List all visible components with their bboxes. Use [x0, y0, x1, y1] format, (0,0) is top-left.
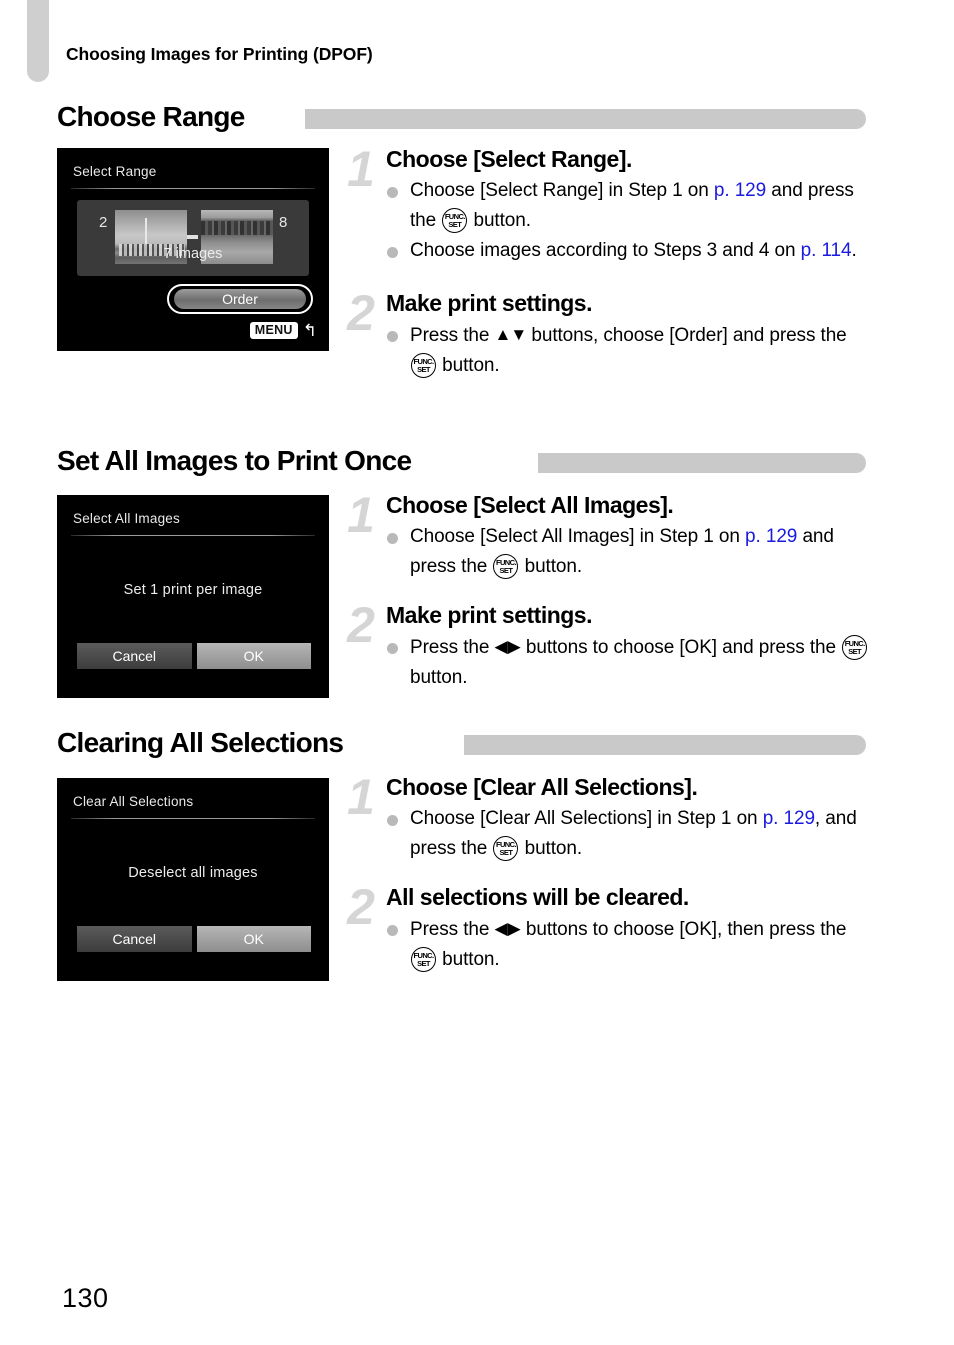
- step-number: 2: [347, 879, 375, 935]
- page-reference-link[interactable]: p. 129: [745, 526, 797, 547]
- camera-screen-select-all-images: Select All Images Set 1 print per image …: [57, 495, 329, 698]
- step-item: 1 Choose [Select Range]. Choose [Select …: [338, 144, 878, 266]
- step-title: Choose [Clear All Selections].: [386, 774, 698, 800]
- step-bullets: Press the ▲▼ buttons, choose [Order] and…: [386, 320, 878, 381]
- step-bullets: Choose [Select All Images] in Step 1 on …: [386, 522, 878, 582]
- menu-chip-icon: MENU: [249, 322, 298, 339]
- section-heading-row: Clearing All Selections: [0, 726, 954, 768]
- section-heading-row: Set All Images to Print Once: [0, 444, 954, 486]
- step-item: 2 All selections will be cleared. Press …: [338, 882, 878, 975]
- order-button[interactable]: Order: [167, 284, 313, 314]
- bullet-item: Choose images according to Steps 3 and 4…: [386, 236, 878, 266]
- bullet-item: Choose [Select All Images] in Step 1 on …: [386, 522, 878, 582]
- screen-title: Select Range: [73, 164, 157, 179]
- range-dash-icon: [187, 235, 198, 239]
- heading-rule-bar: [538, 453, 866, 473]
- section-title: Set All Images to Print Once: [57, 445, 412, 476]
- step-bullets: Choose [Select Range] in Step 1 on p. 12…: [386, 176, 878, 266]
- page-reference-link[interactable]: p. 129: [763, 808, 815, 829]
- steps-list-1: 1 Choose [Select Range]. Choose [Select …: [338, 144, 878, 385]
- steps-list-2: 1 Choose [Select All Images]. Choose [Se…: [338, 490, 878, 697]
- func-set-button-icon: FUNC. SET: [493, 836, 519, 861]
- ok-button[interactable]: OK: [196, 926, 311, 952]
- section-choose-range: Choose Range Select Range 2 8 7 images O…: [0, 100, 954, 378]
- step-title: All selections will be cleared.: [386, 884, 689, 910]
- bullet-item: Press the ▲▼ buttons, choose [Order] and…: [386, 320, 878, 381]
- dialog-message: Set 1 print per image: [123, 582, 263, 598]
- step-number: 1: [347, 769, 375, 825]
- func-set-button-icon: FUNC. SET: [411, 947, 436, 972]
- section-title: Clearing All Selections: [57, 727, 344, 758]
- step-number: 2: [347, 285, 375, 341]
- up-down-buttons-icon: ▲▼: [494, 325, 528, 344]
- range-preview-panel: 2 8 7 images: [77, 200, 309, 276]
- cancel-button[interactable]: Cancel: [77, 643, 192, 669]
- left-right-buttons-icon: ◀▶: [494, 637, 521, 656]
- dialog-message: Deselect all images: [128, 865, 258, 881]
- heading-rule-bar: [305, 109, 866, 129]
- step-bullets: Choose [Clear All Selections] in Step 1 …: [386, 804, 878, 864]
- step-number: 1: [347, 141, 375, 197]
- dialog-button-row: Cancel OK: [77, 643, 311, 669]
- chapter-edge-tab: [27, 0, 49, 82]
- steps-list-3: 1 Choose [Clear All Selections]. Choose …: [338, 772, 878, 979]
- ok-button[interactable]: OK: [196, 643, 311, 669]
- left-right-buttons-icon: ◀▶: [494, 919, 521, 938]
- camera-screen-select-range: Select Range 2 8 7 images Order MENU ↰: [57, 148, 329, 351]
- func-set-button-icon: FUNC. SET: [442, 208, 468, 233]
- bullet-item: Press the ◀▶ buttons to choose [OK], the…: [386, 914, 878, 975]
- bullet-item: Choose [Select Range] in Step 1 on p. 12…: [386, 176, 878, 236]
- screen-title: Clear All Selections: [73, 794, 194, 809]
- step-title: Choose [Select Range].: [386, 146, 632, 172]
- step-bullets: Press the ◀▶ buttons to choose [OK] and …: [386, 632, 878, 693]
- section-title: Choose Range: [57, 101, 245, 132]
- menu-return-hint: MENU ↰: [249, 320, 317, 340]
- screen-divider: [71, 818, 315, 819]
- order-button-label: Order: [174, 289, 306, 309]
- screen-title: Select All Images: [73, 511, 180, 526]
- cancel-button[interactable]: Cancel: [77, 926, 192, 952]
- step-title: Make print settings.: [386, 290, 592, 316]
- func-set-button-icon: FUNC. SET: [411, 353, 436, 378]
- step-title: Make print settings.: [386, 602, 592, 628]
- heading-rule-bar: [464, 735, 866, 755]
- running-head: Choosing Images for Printing (DPOF): [66, 44, 373, 64]
- func-set-button-icon: FUNC. SET: [842, 635, 868, 660]
- func-set-button-icon: FUNC. SET: [493, 554, 519, 579]
- range-image-count: 7 images: [163, 246, 223, 262]
- section-clearing-all-selections: Clearing All Selections Clear All Select…: [0, 726, 954, 981]
- step-bullets: Press the ◀▶ buttons to choose [OK], the…: [386, 914, 878, 975]
- bullet-item: Press the ◀▶ buttons to choose [OK] and …: [386, 632, 878, 693]
- camera-screen-clear-all-selections: Clear All Selections Deselect all images…: [57, 778, 329, 981]
- step-item: 1 Choose [Clear All Selections]. Choose …: [338, 772, 878, 864]
- range-end-index: 8: [279, 214, 288, 231]
- step-item: 2 Make print settings. Press the ◀▶ butt…: [338, 600, 878, 693]
- screen-divider: [71, 188, 315, 189]
- step-number: 2: [347, 597, 375, 653]
- step-number: 1: [347, 487, 375, 543]
- step-item: 2 Make print settings. Press the ▲▼ butt…: [338, 288, 878, 381]
- step-item: 1 Choose [Select All Images]. Choose [Se…: [338, 490, 878, 582]
- step-title: Choose [Select All Images].: [386, 492, 674, 518]
- dialog-button-row: Cancel OK: [77, 926, 311, 952]
- return-arrow-icon: ↰: [302, 320, 317, 340]
- screen-divider: [71, 535, 315, 536]
- page-number: 130: [62, 1283, 109, 1313]
- page-reference-link[interactable]: p. 129: [714, 180, 766, 201]
- page-reference-link[interactable]: p. 114: [801, 240, 852, 261]
- section-heading-row: Choose Range: [0, 100, 954, 142]
- section-set-all-images: Set All Images to Print Once Select All …: [0, 444, 954, 698]
- range-start-index: 2: [99, 214, 108, 231]
- bullet-item: Choose [Clear All Selections] in Step 1 …: [386, 804, 878, 864]
